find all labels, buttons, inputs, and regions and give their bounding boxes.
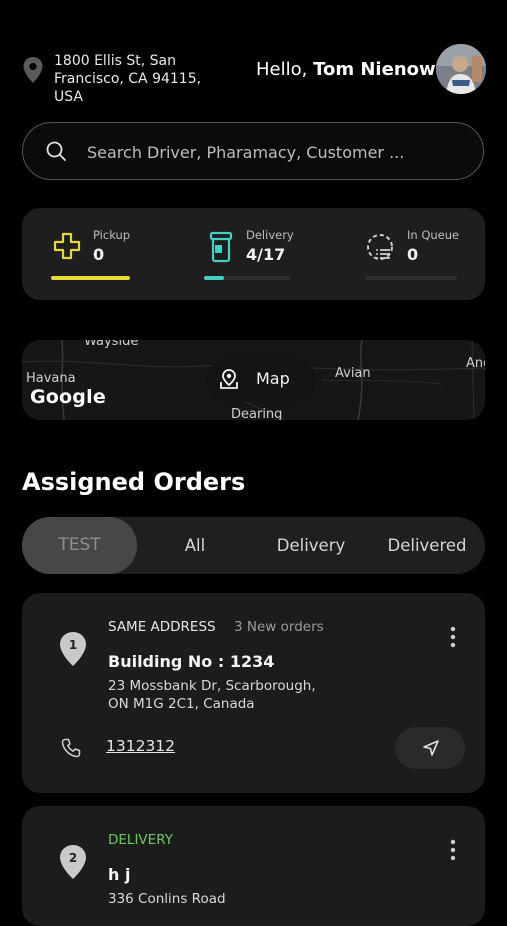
pickup-progress [51, 276, 130, 280]
order-type: SAME ADDRESS [108, 619, 216, 635]
delivery-progress [204, 276, 290, 280]
tab-test[interactable]: TEST [22, 517, 137, 574]
map-marker-icon [220, 369, 238, 389]
in-queue-progress [365, 276, 457, 280]
tab-delivered[interactable]: Delivered [369, 517, 485, 574]
order-filter-tabs: TEST All Delivery Delivered [22, 517, 485, 574]
phone-number-link[interactable]: 1312312 [106, 737, 175, 755]
navigate-button[interactable] [395, 727, 465, 769]
in-queue-count: 0 [407, 245, 419, 264]
in-queue-label: In Queue [407, 228, 460, 242]
more-options-icon[interactable] [443, 838, 463, 862]
pickup-label: Pickup [93, 228, 131, 242]
more-options-icon[interactable] [443, 625, 463, 649]
map-place-avian: Avian [335, 366, 371, 381]
map-place-wayside: Wayside [84, 340, 139, 349]
address-line-2: Francisco, CA 94115, USA [54, 71, 202, 105]
order-card[interactable]: 2 DELIVERY h j 336 Conlins Road [22, 806, 485, 926]
avatar[interactable] [436, 44, 486, 94]
address-line-1: 336 Conlins Road [108, 891, 226, 907]
navigation-arrow-icon [423, 740, 439, 756]
order-stats-panel: Pickup 0 Delivery 4/17 In Queue 0 [22, 208, 485, 300]
delivery-label: Delivery [246, 228, 294, 242]
order-number: 2 [68, 851, 78, 865]
pill-bottle-icon [209, 231, 233, 263]
address-line-1: 1800 Ellis St, San [54, 53, 176, 69]
tab-delivery[interactable]: Delivery [253, 517, 369, 574]
queue-list-icon [367, 234, 393, 260]
location-pin-icon [23, 57, 43, 83]
google-logo: Google [30, 386, 106, 408]
open-map-button[interactable]: Map [206, 358, 316, 402]
delivery-count: 4/17 [246, 245, 286, 264]
address-line-1: 23 Mossbank Dr, Scarborough, [108, 678, 316, 694]
new-orders-count: 3 New orders [234, 619, 324, 635]
greeting-text: Hello, [256, 59, 308, 80]
order-address: 23 Mossbank Dr, Scarborough, ON M1G 2C1,… [108, 677, 348, 713]
medical-cross-icon [53, 232, 81, 260]
user-name: Tom Nienow [313, 59, 436, 80]
map-place-ang: Ang [466, 356, 485, 371]
avatar-photo [436, 44, 486, 94]
order-type: DELIVERY [108, 832, 173, 848]
map-button-label: Map [256, 369, 290, 388]
user-greeting: Hello, Tom Nienow [256, 59, 436, 80]
map-place-havana: Havana [26, 371, 76, 386]
pickup-count: 0 [93, 245, 105, 264]
current-address[interactable]: 1800 Ellis St, San Francisco, CA 94115, … [54, 52, 234, 106]
order-card[interactable]: 1 SAME ADDRESS 3 New orders Building No … [22, 593, 485, 793]
order-title: h j [108, 865, 131, 884]
map-preview[interactable]: Wayside Havana Avian Ang Dearing Google … [22, 340, 485, 420]
pickup-progress-fill [51, 276, 130, 280]
search-icon [46, 141, 66, 161]
address-line-2: ON M1G 2C1, Canada [108, 696, 255, 712]
building-number: Building No : 1234 [108, 652, 275, 671]
order-number: 1 [68, 638, 78, 652]
phone-icon [61, 738, 81, 758]
search-input[interactable] [85, 137, 459, 167]
delivery-progress-fill [204, 276, 225, 280]
tab-all[interactable]: All [137, 517, 253, 574]
section-title: Assigned Orders [22, 468, 246, 496]
search-bar[interactable] [22, 122, 484, 180]
order-address: 336 Conlins Road [108, 890, 348, 908]
map-place-dearing: Dearing [231, 407, 283, 420]
